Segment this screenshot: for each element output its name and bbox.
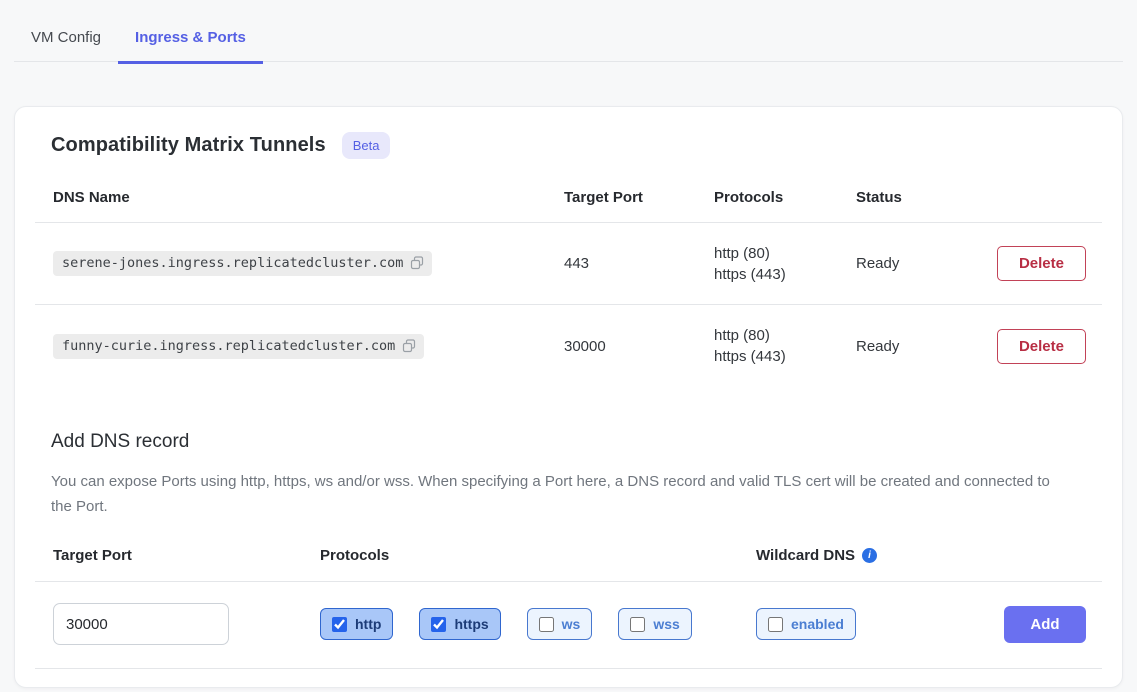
label-protocols: Protocols xyxy=(320,547,756,564)
tab-vm-config[interactable]: VM Config xyxy=(14,0,118,61)
wildcard-dns-label-text: Wildcard DNS xyxy=(756,547,855,564)
info-icon[interactable]: i xyxy=(862,548,877,563)
protocol-line: https (443) xyxy=(714,346,856,367)
status-value: Ready xyxy=(856,255,997,272)
wss-checkbox-input[interactable] xyxy=(630,617,645,632)
col-header-target-port: Target Port xyxy=(564,189,714,206)
https-checkbox-input[interactable] xyxy=(431,617,446,632)
checkbox-label: ws xyxy=(562,616,581,632)
protocol-line: http (80) xyxy=(714,243,856,264)
label-wildcard-dns: Wildcard DNS i xyxy=(756,547,1086,564)
tab-ingress-ports[interactable]: Ingress & Ports xyxy=(118,0,263,61)
label-target-port: Target Port xyxy=(53,547,320,564)
table-row: serene-jones.ingress.replicatedcluster.c… xyxy=(35,223,1102,305)
dns-name-text: serene-jones.ingress.replicatedcluster.c… xyxy=(62,255,403,271)
target-port-value: 30000 xyxy=(564,338,714,355)
checkbox-ws[interactable]: ws xyxy=(527,608,593,640)
protocol-line: https (443) xyxy=(714,264,856,285)
checkbox-label: wss xyxy=(653,616,679,632)
add-button[interactable]: Add xyxy=(1004,606,1086,643)
dns-name-pill: serene-jones.ingress.replicatedcluster.c… xyxy=(53,251,432,276)
ws-checkbox-input[interactable] xyxy=(539,617,554,632)
checkbox-wss[interactable]: wss xyxy=(618,608,691,640)
dns-name-pill: funny-curie.ingress.replicatedcluster.co… xyxy=(53,334,424,359)
col-header-status: Status xyxy=(856,189,1086,206)
add-dns-description: You can expose Ports using http, https, … xyxy=(35,469,1055,519)
target-port-value: 443 xyxy=(564,255,714,272)
tunnels-card: Compatibility Matrix Tunnels Beta DNS Na… xyxy=(14,106,1123,688)
page-title: Compatibility Matrix Tunnels xyxy=(51,134,326,157)
tunnels-table-header: DNS Name Target Port Protocols Status xyxy=(35,189,1102,223)
add-dns-form-row: http https ws wss enabled Add xyxy=(35,582,1102,669)
col-header-dns-name: DNS Name xyxy=(53,189,564,206)
add-dns-form-header: Target Port Protocols Wildcard DNS i xyxy=(35,547,1102,582)
protocol-line: http (80) xyxy=(714,325,856,346)
beta-badge: Beta xyxy=(342,132,391,159)
copy-icon[interactable] xyxy=(410,256,424,270)
target-port-input[interactable] xyxy=(53,603,229,645)
delete-button[interactable]: Delete xyxy=(997,246,1086,281)
wildcard-enabled-checkbox-input[interactable] xyxy=(768,617,783,632)
status-value: Ready xyxy=(856,338,997,355)
http-checkbox-input[interactable] xyxy=(332,617,347,632)
copy-icon[interactable] xyxy=(402,339,416,353)
protocol-checkbox-group: http https ws wss xyxy=(320,608,756,640)
checkbox-label: http xyxy=(355,616,381,632)
checkbox-wildcard-enabled[interactable]: enabled xyxy=(756,608,856,640)
tab-bar: VM Config Ingress & Ports xyxy=(14,0,1123,62)
dns-name-text: funny-curie.ingress.replicatedcluster.co… xyxy=(62,338,395,354)
checkbox-label: https xyxy=(454,616,488,632)
add-dns-title: Add DNS record xyxy=(35,431,1102,453)
card-title-row: Compatibility Matrix Tunnels Beta xyxy=(35,132,1102,159)
col-header-protocols: Protocols xyxy=(714,189,856,206)
checkbox-https[interactable]: https xyxy=(419,608,500,640)
checkbox-label: enabled xyxy=(791,616,844,632)
checkbox-http[interactable]: http xyxy=(320,608,393,640)
delete-button[interactable]: Delete xyxy=(997,329,1086,364)
table-row: funny-curie.ingress.replicatedcluster.co… xyxy=(35,305,1102,387)
